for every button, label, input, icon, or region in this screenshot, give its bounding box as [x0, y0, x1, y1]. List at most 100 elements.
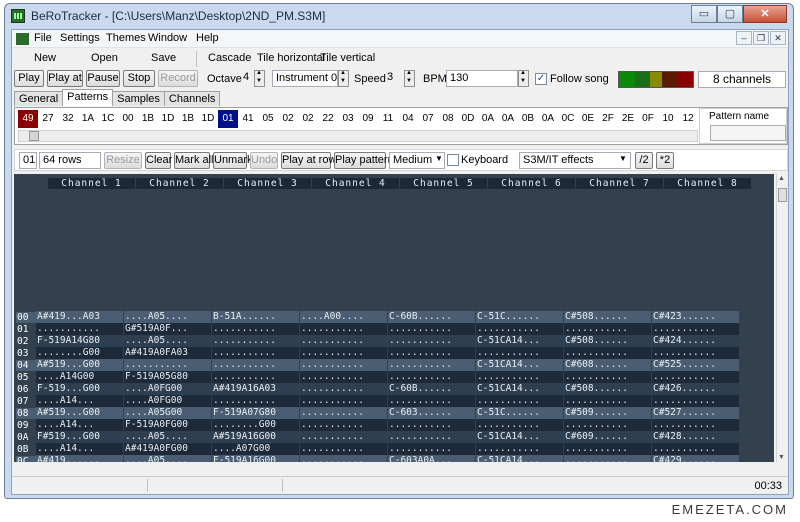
pattern-cell[interactable]: A#419...... — [36, 455, 124, 462]
pattern-cell[interactable]: ........... — [300, 407, 388, 419]
order-item[interactable]: 05 — [258, 110, 278, 128]
pattern-cell[interactable]: ....A07G00 — [212, 443, 300, 455]
pattern-editor[interactable]: Channel 1 Channel 2 Channel 3 Channel 4 Chan… — [14, 174, 774, 462]
maximize-button[interactable]: ▢ — [717, 5, 743, 23]
effects-select[interactable]: S3M/IT effects — [519, 152, 631, 169]
pattern-scrollbar[interactable]: ▲ ▼ — [776, 174, 788, 462]
order-item[interactable]: 0A — [538, 110, 558, 128]
pattern-cell[interactable]: ........... — [300, 359, 388, 371]
pattern-cell[interactable]: A#519...G00 — [36, 407, 124, 419]
menu-file[interactable]: File — [34, 32, 52, 44]
order-item[interactable]: 2F — [598, 110, 618, 128]
pattern-cell[interactable]: C#428...... — [652, 431, 740, 443]
pattern-cell[interactable]: C#508...... — [564, 335, 652, 347]
order-item[interactable]: 02 — [298, 110, 318, 128]
pattern-cell[interactable]: C#426...... — [652, 383, 740, 395]
pattern-cell[interactable]: ........... — [564, 419, 652, 431]
pattern-cell[interactable]: ........... — [652, 323, 740, 335]
play-pattern-button[interactable]: Play pattern — [334, 152, 394, 169]
bpm-field[interactable]: 130 — [446, 70, 518, 87]
pattern-cell[interactable]: ....A05.... — [124, 335, 212, 347]
pattern-cell[interactable]: C#424...... — [652, 335, 740, 347]
pattern-cell[interactable]: ........... — [652, 419, 740, 431]
mdi-restore-button[interactable]: ❐ — [753, 31, 769, 45]
pattern-cell[interactable]: ........... — [212, 359, 300, 371]
order-item[interactable]: 07 — [418, 110, 438, 128]
pattern-cell[interactable]: ........... — [564, 347, 652, 359]
channel-header[interactable]: Channel 3 — [224, 178, 312, 189]
pattern-row[interactable]: 05 ....A14G00 F-519A05G80.................… — [16, 371, 774, 383]
pattern-cell[interactable]: ........... — [300, 395, 388, 407]
pattern-row[interactable]: 09 ....A14... F-519A0FG00 ........G00......… — [16, 419, 774, 431]
pattern-cell[interactable]: C-603...... — [388, 407, 476, 419]
order-item[interactable]: 1D — [198, 110, 218, 128]
channel-header[interactable]: Channel 5 — [400, 178, 488, 189]
order-item[interactable]: 0B — [518, 110, 538, 128]
halve-button[interactable]: /2 — [635, 152, 653, 169]
order-item[interactable]: 0A — [478, 110, 498, 128]
channel-header[interactable]: Channel 8 — [664, 178, 752, 189]
order-item[interactable]: 04 — [398, 110, 418, 128]
channel-header[interactable]: Channel 6 — [488, 178, 576, 189]
pattern-cell[interactable]: ........... — [388, 359, 476, 371]
pattern-cell[interactable]: ........... — [652, 371, 740, 383]
pattern-cell[interactable]: F-519A0FG00 — [124, 419, 212, 431]
tab-samples[interactable]: Samples — [112, 91, 165, 106]
pattern-cell[interactable]: ........... — [300, 431, 388, 443]
speed-value[interactable]: 3 — [384, 70, 404, 87]
menu-window[interactable]: Window — [148, 32, 187, 44]
pattern-cell[interactable]: ....A14... — [36, 395, 124, 407]
pattern-cell[interactable]: ....A14G00 — [36, 371, 124, 383]
pattern-cell[interactable]: ........G00 — [212, 419, 300, 431]
follow-song-checkbox[interactable]: ✓ — [535, 73, 547, 85]
pattern-cell[interactable]: ........... — [300, 347, 388, 359]
open-button[interactable]: Open — [91, 52, 118, 64]
pattern-cell[interactable]: ........... — [476, 443, 564, 455]
channel-header[interactable]: Channel 4 — [312, 178, 400, 189]
channel-header[interactable]: Channel 1 — [48, 178, 136, 189]
pattern-cell[interactable]: C#527...... — [652, 407, 740, 419]
pattern-cell[interactable]: C#608...... — [564, 359, 652, 371]
pattern-cell[interactable]: C#508...... — [564, 311, 652, 323]
pause-button[interactable]: Pause — [86, 70, 120, 87]
pattern-cell[interactable]: ........G00 — [36, 347, 124, 359]
pattern-cell[interactable]: C-51CA14... — [476, 383, 564, 395]
pattern-cell[interactable]: ........... — [212, 347, 300, 359]
pattern-cell[interactable]: A#419A0FA03 — [124, 347, 212, 359]
order-item[interactable]: 49 — [18, 110, 38, 128]
pattern-row[interactable]: 07 ....A14... ....A0FG00..................… — [16, 395, 774, 407]
mdi-minimize-button[interactable]: – — [736, 31, 752, 45]
pattern-cell[interactable]: G#519A0F... — [124, 323, 212, 335]
tab-patterns[interactable]: Patterns — [62, 89, 114, 106]
chevron-down-icon[interactable]: ▼ — [619, 154, 627, 163]
record-button[interactable]: Record — [158, 70, 198, 87]
pattern-cell[interactable]: C-51CA14... — [476, 455, 564, 462]
order-item[interactable]: 08 — [438, 110, 458, 128]
order-item[interactable]: 1A — [78, 110, 98, 128]
pattern-cell[interactable]: C#525...... — [652, 359, 740, 371]
pattern-cell[interactable]: ........... — [300, 323, 388, 335]
scroll-up-icon[interactable]: ▲ — [778, 175, 785, 182]
order-item[interactable]: 41 — [238, 110, 258, 128]
pattern-cell[interactable]: C-51CA14... — [476, 335, 564, 347]
order-item[interactable]: 0D — [458, 110, 478, 128]
pattern-cell[interactable]: C-51CA14... — [476, 359, 564, 371]
order-item[interactable]: 1B — [178, 110, 198, 128]
mdi-close-button[interactable]: ✕ — [770, 31, 786, 45]
pattern-cell[interactable]: ........... — [300, 419, 388, 431]
order-item[interactable]: 1B — [138, 110, 158, 128]
undo-button[interactable]: Undo — [250, 152, 278, 169]
order-item[interactable]: 12 — [678, 110, 698, 128]
pattern-cell[interactable]: ........... — [476, 347, 564, 359]
mark-all-button[interactable]: Mark all — [174, 152, 214, 169]
new-button[interactable]: New — [34, 52, 56, 64]
order-item[interactable]: 0C — [558, 110, 578, 128]
pattern-cell[interactable]: ........... — [564, 323, 652, 335]
pattern-cell[interactable]: ........... — [652, 395, 740, 407]
pattern-number-field[interactable]: 01 — [19, 152, 37, 169]
order-item[interactable]: 32 — [58, 110, 78, 128]
order-item[interactable]: 1D — [158, 110, 178, 128]
pattern-cell[interactable]: F-519A07G80 — [212, 407, 300, 419]
pattern-cell[interactable]: C#429...... — [652, 455, 740, 462]
pattern-cell[interactable]: A#419A16A03 — [212, 383, 300, 395]
